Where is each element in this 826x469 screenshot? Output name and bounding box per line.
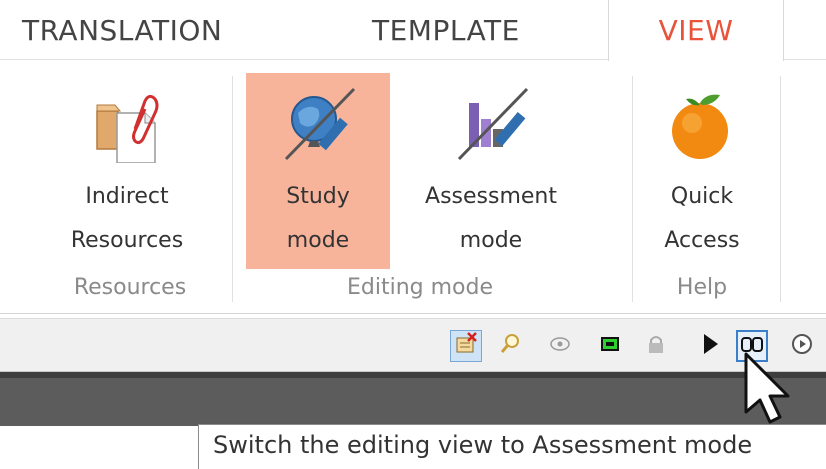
green-frame-icon xyxy=(599,333,621,359)
view-toolbar xyxy=(0,318,826,372)
group-label-resources: Resources xyxy=(73,275,187,300)
frame-button[interactable] xyxy=(594,330,626,362)
tab-template[interactable]: TEMPLATE xyxy=(372,0,520,60)
quick-access-label-2: Access xyxy=(664,228,740,253)
assessment-mode-icon xyxy=(451,83,531,163)
play-button[interactable] xyxy=(694,330,726,362)
quick-access-label-1: Quick xyxy=(670,184,734,209)
editing-area[interactable] xyxy=(0,372,826,426)
ribbon-tabs: TRANSLATION TEMPLATE VIEW xyxy=(0,0,826,61)
tag-close-button[interactable] xyxy=(450,330,482,362)
tooltip: Switch the editing view to Assessment mo… xyxy=(198,424,826,469)
indirect-resources-button[interactable]: Indirect Resources xyxy=(52,73,202,269)
lock-button[interactable] xyxy=(640,330,672,362)
group-label-editing-mode: Editing mode xyxy=(346,275,493,300)
magnifier-icon xyxy=(499,333,521,359)
mouse-pointer-icon xyxy=(740,350,800,430)
assessment-mode-label-1: Assessment xyxy=(425,184,557,209)
tab-view[interactable]: VIEW xyxy=(608,0,784,61)
orange-fruit-icon xyxy=(662,83,742,163)
find-button[interactable] xyxy=(494,330,526,362)
indirect-resources-label-2: Resources xyxy=(70,228,184,253)
indirect-resources-label-1: Indirect xyxy=(85,184,169,209)
tab-translation[interactable]: TRANSLATION xyxy=(22,0,222,60)
group-label-help: Help xyxy=(676,275,728,300)
quick-access-button[interactable]: Quick Access xyxy=(642,73,762,269)
study-mode-icon xyxy=(278,83,358,163)
tag-close-icon xyxy=(454,332,478,360)
group-separator xyxy=(780,76,781,302)
lock-icon xyxy=(645,333,667,359)
play-icon xyxy=(700,332,720,360)
assessment-mode-label-2: mode xyxy=(459,228,523,253)
preview-button[interactable] xyxy=(544,330,576,362)
tooltip-text: Switch the editing view to Assessment mo… xyxy=(213,431,753,459)
group-separator xyxy=(632,76,633,302)
study-mode-button[interactable]: Study mode xyxy=(246,73,390,269)
group-separator xyxy=(232,76,233,302)
study-mode-label-1: Study xyxy=(286,184,350,209)
eye-icon xyxy=(549,333,571,359)
assessment-mode-button[interactable]: Assessment mode xyxy=(408,73,574,269)
folder-paperclip-icon xyxy=(87,83,167,164)
ribbon-panel: Indirect Resources Study mode Assessment… xyxy=(0,60,826,314)
study-mode-label-2: mode xyxy=(286,228,350,253)
